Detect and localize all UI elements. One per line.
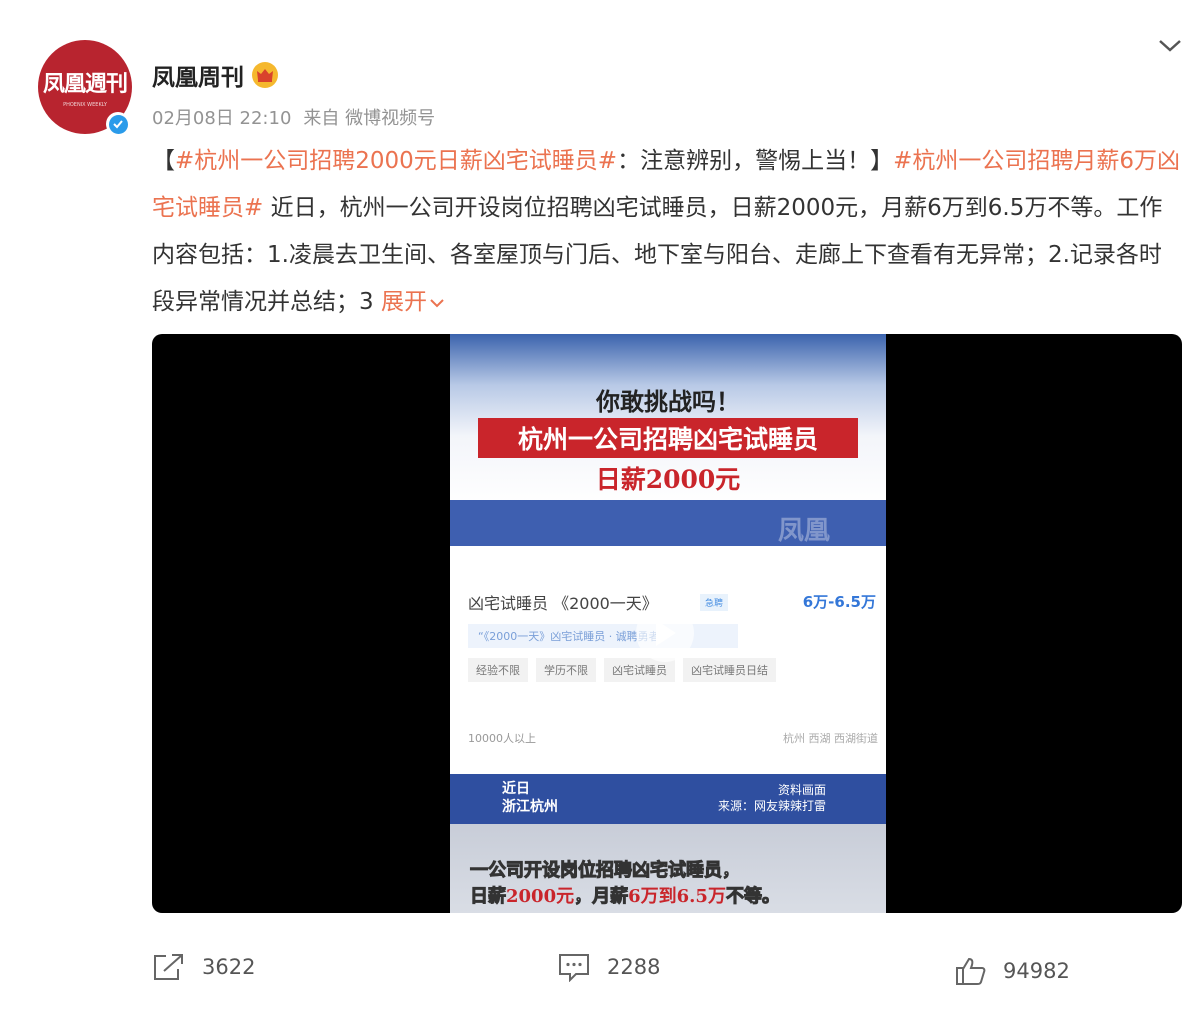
author-name[interactable]: 凤凰周刊 (152, 58, 244, 92)
timestamp[interactable]: 02月08日 22:10 (152, 108, 291, 129)
subtitle-highlight: 2000元 (506, 886, 575, 907)
subtitle-line-1: 一公司开设岗位招聘凶宅试睡员， (470, 860, 741, 882)
info-date: 近日 (502, 781, 530, 797)
video-watermark: 凤凰 (777, 516, 830, 546)
video-subtitle-band: 一公司开设岗位招聘凶宅试睡员， 日薪2000元，月薪6万到6.5万不等。 (450, 824, 886, 913)
job-quote: “《2000一天》凶宅试睡员 · 诚聘勇者” (468, 624, 738, 648)
source-label[interactable]: 来自 微博视频号 (303, 108, 435, 129)
video-frame: 你敢挑战吗！ 杭州一公司招聘凶宅试睡员 日薪2000元 凤凰 凶宅试睡员 《20… (450, 334, 886, 913)
video-title-2: 杭州一公司招聘凶宅试睡员 (478, 418, 858, 458)
verified-badge-icon (106, 112, 130, 136)
like-button[interactable]: 94982 (955, 956, 1070, 986)
comment-count: 2288 (607, 955, 661, 979)
job-chips: 经验不限 学历不限 凶宅试睡员 凶宅试睡员日结 (468, 658, 776, 682)
share-count: 3622 (202, 955, 256, 979)
post-text-part-3: 近日，杭州一公司开设岗位招聘凶宅试睡员，日薪2000元，月薪6万到6.5万不等。… (152, 195, 1163, 315)
post-text-part-1: 【 (152, 148, 175, 174)
like-count: 94982 (1003, 959, 1070, 983)
crown-icon (252, 62, 278, 88)
video-player[interactable]: 你敢挑战吗！ 杭州一公司招聘凶宅试睡员 日薪2000元 凤凰 凶宅试睡员 《20… (152, 334, 1182, 913)
avatar-sub-text: PHOENIX WEEKLY (63, 102, 107, 108)
job-chip: 凶宅试睡员日结 (683, 658, 776, 682)
play-button[interactable] (636, 604, 694, 662)
comment-icon (559, 954, 589, 982)
subtitle-part: ，月薪 (574, 886, 629, 908)
author-row: 凤凰周刊 (152, 58, 278, 92)
video-info-left: 近日 浙江杭州 (502, 780, 558, 816)
subtitle-part: 日薪 (470, 886, 507, 908)
expand-chevron-icon (430, 299, 444, 308)
info-place: 浙江杭州 (502, 799, 558, 815)
thumbs-up-icon (956, 957, 986, 985)
video-title-1: 你敢挑战吗！ (596, 387, 740, 416)
job-salary: 6万-6.5万 (802, 593, 876, 611)
comment-button[interactable]: 2288 (557, 952, 660, 982)
expand-label: 展开 (380, 289, 427, 315)
job-chip: 学历不限 (536, 658, 596, 682)
avatar-logo-text: 凤凰週刊 (42, 71, 128, 97)
subtitle-part: 不等。 (725, 886, 780, 908)
expand-link[interactable]: 展开 (381, 289, 445, 315)
info-footage: 资料画面 (777, 783, 826, 797)
subtitle-highlight: 6万到6.5万 (628, 886, 726, 907)
subtitle-line-2: 日薪2000元，月薪6万到6.5万不等。 (470, 882, 781, 908)
play-icon (656, 620, 676, 646)
video-info-right: 资料画面 来源：网友辣辣打雷 (718, 782, 826, 814)
hashtag-link-1[interactable]: #杭州一公司招聘2000元日薪凶宅试睡员# (175, 148, 617, 174)
info-source: 来源：网友辣辣打雷 (717, 799, 826, 813)
chevron-down-icon[interactable] (1156, 36, 1184, 56)
video-title-3: 日薪2000元 (595, 465, 741, 494)
share-button[interactable]: 3622 (152, 952, 255, 982)
post-text-part-2: ：注意辨别，警惕上当！】 (617, 148, 894, 174)
post-meta: 02月08日 22:10 来自 微博视频号 (152, 104, 435, 130)
job-title: 凶宅试睡员 《2000一天》 (468, 594, 658, 613)
job-location: 杭州 西湖 西湖街道 (783, 732, 878, 745)
share-icon (154, 954, 183, 980)
job-count: 10000人以上 (468, 732, 536, 745)
post-text: 【#杭州一公司招聘2000元日薪凶宅试睡员#：注意辨别，警惕上当！】#杭州一公司… (152, 138, 1182, 326)
job-badge: 急聘 (700, 594, 729, 611)
job-chip: 经验不限 (468, 658, 528, 682)
video-info-band: 近日 浙江杭州 资料画面 来源：网友辣辣打雷 (450, 774, 886, 824)
